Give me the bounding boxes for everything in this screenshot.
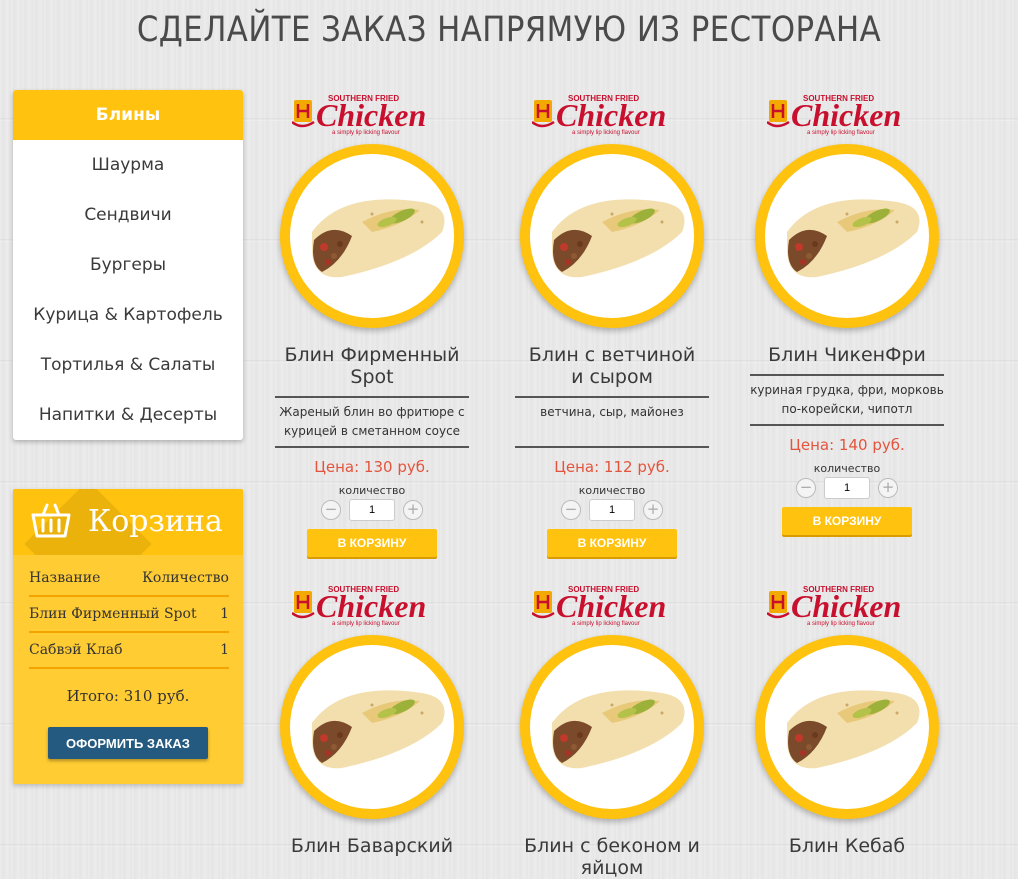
product-description: Жареный блин во фритюре с курицей в смет… — [275, 396, 469, 448]
product-card: Блин с ветчиной и сыром ветчина, сыр, ма… — [502, 92, 722, 557]
basket-icon — [31, 503, 71, 538]
quantity-input[interactable] — [824, 477, 870, 499]
menu-item-drinks-desserts[interactable]: Напитки & Десерты — [13, 390, 243, 440]
restaurant-logo — [262, 583, 482, 631]
cart-item-qty: 1 — [220, 606, 229, 622]
plus-icon[interactable]: + — [643, 500, 663, 520]
quantity-input[interactable] — [349, 499, 395, 521]
quantity-input[interactable] — [589, 499, 635, 521]
minus-icon[interactable]: − — [561, 500, 581, 520]
cart-table: Название Количество Блин Фирменный Spot … — [13, 555, 243, 669]
cart-item-qty: 1 — [220, 642, 229, 658]
product-name: Блин Фирменный Spot — [284, 344, 460, 388]
cart-col-name: Название — [29, 570, 101, 586]
cart-panel: Корзина Название Количество Блин Фирменн… — [13, 489, 243, 784]
cart-table-header: Название Количество — [29, 561, 229, 597]
product-description: куриная грудка, фри, морковь по-корейски… — [750, 374, 944, 426]
product-price: Цена: 112 руб. — [554, 458, 670, 476]
cart-col-qty: Количество — [142, 570, 229, 586]
add-to-cart-button[interactable]: В КОРЗИНУ — [547, 529, 677, 557]
menu-item-tortilla-salads[interactable]: Тортилья & Салаты — [13, 340, 243, 390]
cart-item-name: Блин Фирменный Spot — [29, 606, 197, 622]
restaurant-logo — [737, 583, 957, 631]
checkout-button[interactable]: ОФОРМИТЬ ЗАКАЗ — [48, 727, 208, 759]
product-card: Блин Кебаб — [737, 583, 957, 879]
cart-title: Корзина — [88, 504, 223, 539]
cart-row: Сабвэй Клаб 1 — [29, 633, 229, 669]
menu-item-sandwiches[interactable]: Сендвичи — [13, 190, 243, 240]
menu-item-shaurma[interactable]: Шаурма — [13, 140, 243, 190]
restaurant-logo — [262, 92, 482, 140]
product-description: ветчина, сыр, майонез — [515, 396, 709, 448]
product-card: Блин с беконом и яйцом — [502, 583, 722, 879]
product-price: Цена: 130 руб. — [314, 458, 430, 476]
cart-total: Итого: 310 руб. — [66, 687, 190, 705]
restaurant-logo — [502, 92, 722, 140]
minus-icon[interactable]: − — [321, 500, 341, 520]
product-name: Блин ЧикенФри — [768, 344, 926, 366]
product-image[interactable] — [755, 635, 939, 819]
product-name: Блин Кебаб — [788, 835, 906, 857]
product-price: Цена: 140 руб. — [789, 436, 905, 454]
add-to-cart-button[interactable]: В КОРЗИНУ — [782, 507, 912, 535]
page-title: СДЕЛАЙТЕ ЗАКАЗ НАПРЯМУЮ ИЗ РЕСТОРАНА — [136, 10, 882, 50]
quantity-stepper: − + — [737, 477, 957, 499]
quantity-stepper: − + — [502, 499, 722, 521]
menu-item-bliny[interactable]: Блины — [13, 90, 243, 140]
product-card: Блин ЧикенФри куриная грудка, фри, морко… — [737, 92, 957, 535]
quantity-stepper: − + — [262, 499, 482, 521]
product-image[interactable] — [520, 144, 704, 328]
product-card: Блин Баварский — [262, 583, 482, 879]
restaurant-logo — [737, 92, 957, 140]
plus-icon[interactable]: + — [878, 478, 898, 498]
cart-row: Блин Фирменный Spot 1 — [29, 597, 229, 633]
quantity-label: количество — [578, 484, 646, 497]
category-menu: Блины Шаурма Сендвичи Бургеры Курица & К… — [13, 90, 243, 440]
quantity-label: количество — [813, 462, 881, 475]
cart-item-name: Сабвэй Клаб — [29, 642, 123, 658]
menu-item-burgers[interactable]: Бургеры — [13, 240, 243, 290]
product-card: Блин Фирменный Spot Жареный блин во фрит… — [262, 92, 482, 557]
cart-header: Корзина — [13, 489, 243, 555]
menu-item-chicken-potato[interactable]: Курица & Картофель — [13, 290, 243, 340]
minus-icon[interactable]: − — [796, 478, 816, 498]
product-image[interactable] — [280, 144, 464, 328]
product-name: Блин с ветчиной и сыром — [528, 344, 696, 388]
quantity-label: количество — [338, 484, 406, 497]
product-image[interactable] — [755, 144, 939, 328]
product-name: Блин Баварский — [290, 835, 454, 857]
add-to-cart-button[interactable]: В КОРЗИНУ — [307, 529, 437, 557]
product-image[interactable] — [520, 635, 704, 819]
product-name: Блин с беконом и яйцом — [524, 835, 700, 879]
product-image[interactable] — [280, 635, 464, 819]
restaurant-logo — [502, 583, 722, 631]
plus-icon[interactable]: + — [403, 500, 423, 520]
